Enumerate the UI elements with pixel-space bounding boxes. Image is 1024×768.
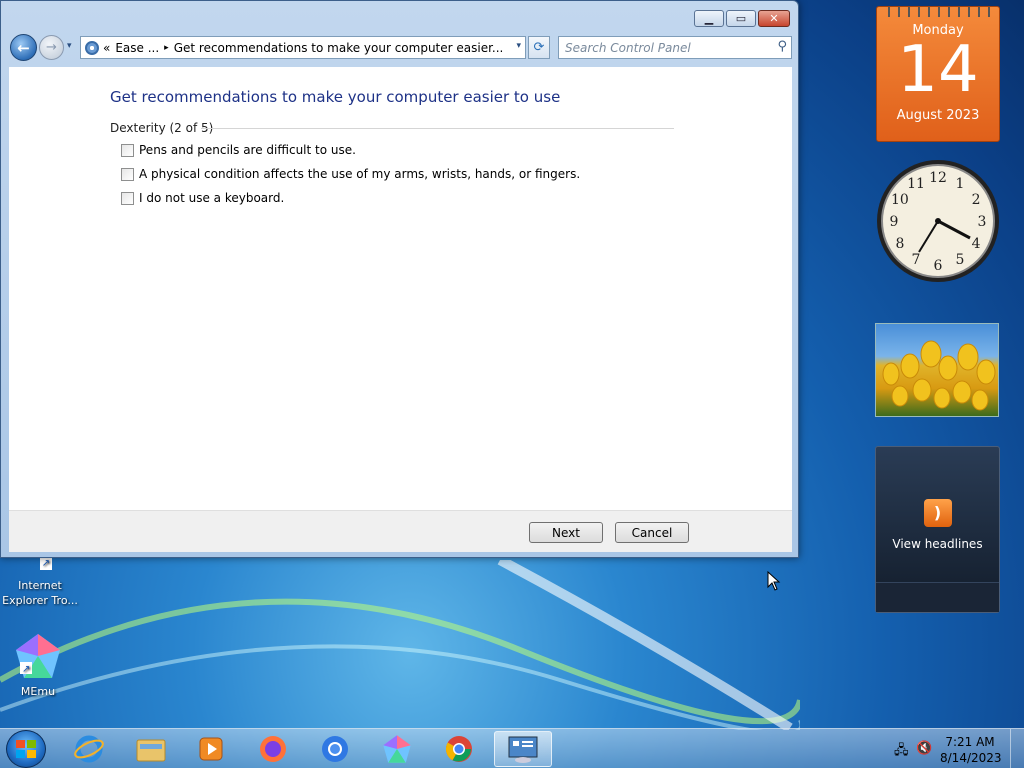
chrome-icon	[445, 736, 472, 762]
clock-number: 3	[978, 214, 987, 230]
clock-number: 6	[934, 258, 943, 274]
wallpaper-swoosh	[0, 560, 800, 730]
clock-number: 5	[956, 252, 965, 268]
mouse-cursor-icon	[767, 571, 781, 591]
network-icon[interactable]: 🖧	[894, 741, 909, 763]
group-title: Dexterity (2 of 5)	[110, 121, 214, 135]
taskbar-control-panel[interactable]	[494, 731, 552, 767]
desktop-icon-internet-explorer[interactable]: ↗ Internet Explorer Tro...	[2, 556, 78, 608]
tulips-image	[882, 340, 996, 411]
slideshow-gadget[interactable]	[875, 323, 999, 417]
feed-gadget-footer	[876, 582, 999, 612]
breadcrumb-current[interactable]: Get recommendations to make your compute…	[174, 41, 504, 55]
footer-bar: Next Cancel	[9, 510, 792, 552]
clock-number: 8	[895, 236, 904, 252]
minimize-button[interactable]: ▁	[694, 10, 724, 27]
breadcrumb-overflow[interactable]: «	[103, 41, 110, 55]
content-pane: Get recommendations to make your compute…	[9, 67, 792, 510]
volume-muted-icon[interactable]: 🔇	[916, 741, 932, 756]
window-controls: ▁ ▭ ✕	[694, 10, 790, 27]
clock-number: 11	[907, 176, 925, 192]
calendar-day: 14	[897, 33, 979, 107]
taskbar-internet-explorer[interactable]	[60, 731, 118, 767]
chevron-right-icon[interactable]: ▸	[164, 43, 169, 53]
tray-clock[interactable]: 7:21 AM 8/14/2023	[940, 734, 1002, 766]
page-title: Get recommendations to make your compute…	[110, 88, 561, 106]
address-bar[interactable]: « Ease ... ▸ Get recommendations to make…	[80, 36, 526, 59]
show-desktop-button[interactable]	[1010, 729, 1024, 768]
search-input[interactable]: Search Control Panel ⚲	[558, 36, 792, 59]
maximize-button[interactable]: ▭	[726, 10, 756, 27]
option-label: I do not use a keyboard.	[139, 191, 285, 205]
taskbar-chromium[interactable]	[306, 731, 364, 767]
windows-logo-icon	[16, 740, 36, 758]
tray-date: 8/14/2023	[940, 751, 1002, 765]
clock-number: 9	[890, 214, 899, 230]
start-button[interactable]	[6, 730, 46, 768]
control-panel-icon	[85, 40, 99, 55]
search-placeholder: Search Control Panel	[565, 41, 691, 55]
taskbar-memu[interactable]	[368, 731, 426, 767]
checkbox[interactable]	[121, 191, 134, 205]
view-headlines-label[interactable]: View headlines	[876, 537, 999, 551]
option-label: A physical condition affects the use of …	[139, 167, 581, 181]
system-tray: 🖧 🔇 7:21 AM 8/14/2023	[884, 729, 1024, 768]
option-no-keyboard[interactable]: I do not use a keyboard.	[121, 191, 284, 205]
calendar-month: August 2023	[896, 108, 980, 123]
chromium-icon	[322, 736, 348, 762]
option-label: Pens and pencils are difficult to use.	[139, 143, 356, 157]
rss-icon: )	[923, 499, 952, 527]
taskbar-firefox[interactable]	[244, 731, 302, 767]
desktop-icon-memu[interactable]: ↗ MEmu	[8, 632, 68, 698]
memu-icon	[383, 735, 411, 763]
control-panel-icon	[508, 736, 538, 763]
taskbar-chrome[interactable]	[430, 731, 488, 767]
cancel-button[interactable]: Cancel	[615, 522, 689, 543]
group-divider	[201, 128, 674, 129]
recent-pages-dropdown[interactable]: ▾	[67, 41, 72, 51]
desktop-icon-label: Internet Explorer Tro...	[2, 579, 78, 607]
taskbar-file-explorer[interactable]	[122, 731, 180, 767]
taskbar: 🖧 🔇 7:21 AM 8/14/2023	[0, 728, 1024, 768]
checkbox[interactable]	[121, 143, 134, 157]
clock-gadget[interactable]: 12 12 3 45678 9 1011	[875, 158, 1001, 284]
memu-icon: ↗	[16, 634, 60, 678]
tray-time: 7:21 AM	[945, 735, 995, 749]
checkbox[interactable]	[121, 167, 134, 181]
clock-number: 12	[929, 170, 947, 186]
folder-icon	[136, 739, 166, 762]
close-button[interactable]: ✕	[758, 10, 790, 27]
clock-number: 7	[912, 252, 921, 268]
taskbar-media-player[interactable]	[182, 731, 240, 767]
media-player-icon	[199, 737, 223, 761]
back-button[interactable]: ←	[10, 34, 37, 61]
clock-number: 1	[956, 176, 965, 192]
refresh-button[interactable]: ⟳	[528, 36, 550, 59]
clock-number: 2	[972, 192, 981, 208]
breadcrumb-ease-of-access[interactable]: Ease ...	[115, 41, 159, 55]
next-button[interactable]: Next	[529, 522, 603, 543]
svg-text:↗: ↗	[22, 664, 30, 675]
search-icon[interactable]: ⚲	[777, 39, 787, 54]
feed-headlines-gadget[interactable]: ) View headlines	[875, 446, 1000, 613]
address-dropdown-icon[interactable]: ▾	[516, 41, 521, 51]
calendar-rings	[883, 7, 993, 17]
internet-explorer-icon	[74, 735, 104, 763]
option-physical-condition[interactable]: A physical condition affects the use of …	[121, 167, 580, 181]
calendar-gadget[interactable]: Monday 14 August 2023	[876, 6, 1000, 142]
internet-explorer-icon: ↗	[40, 558, 52, 570]
control-panel-window: ▁ ▭ ✕ ← → ▾ « Ease ... ▸ Get recommendat…	[0, 0, 799, 558]
firefox-icon	[260, 736, 286, 762]
clock-number: 4	[972, 236, 981, 252]
forward-button[interactable]: →	[39, 35, 64, 60]
option-pens-pencils[interactable]: Pens and pencils are difficult to use.	[121, 143, 356, 157]
desktop-icon-label: MEmu	[20, 685, 56, 698]
clock-number: 10	[891, 192, 909, 208]
navigation-bar: ← → ▾ « Ease ... ▸ Get recommendations t…	[10, 34, 792, 61]
